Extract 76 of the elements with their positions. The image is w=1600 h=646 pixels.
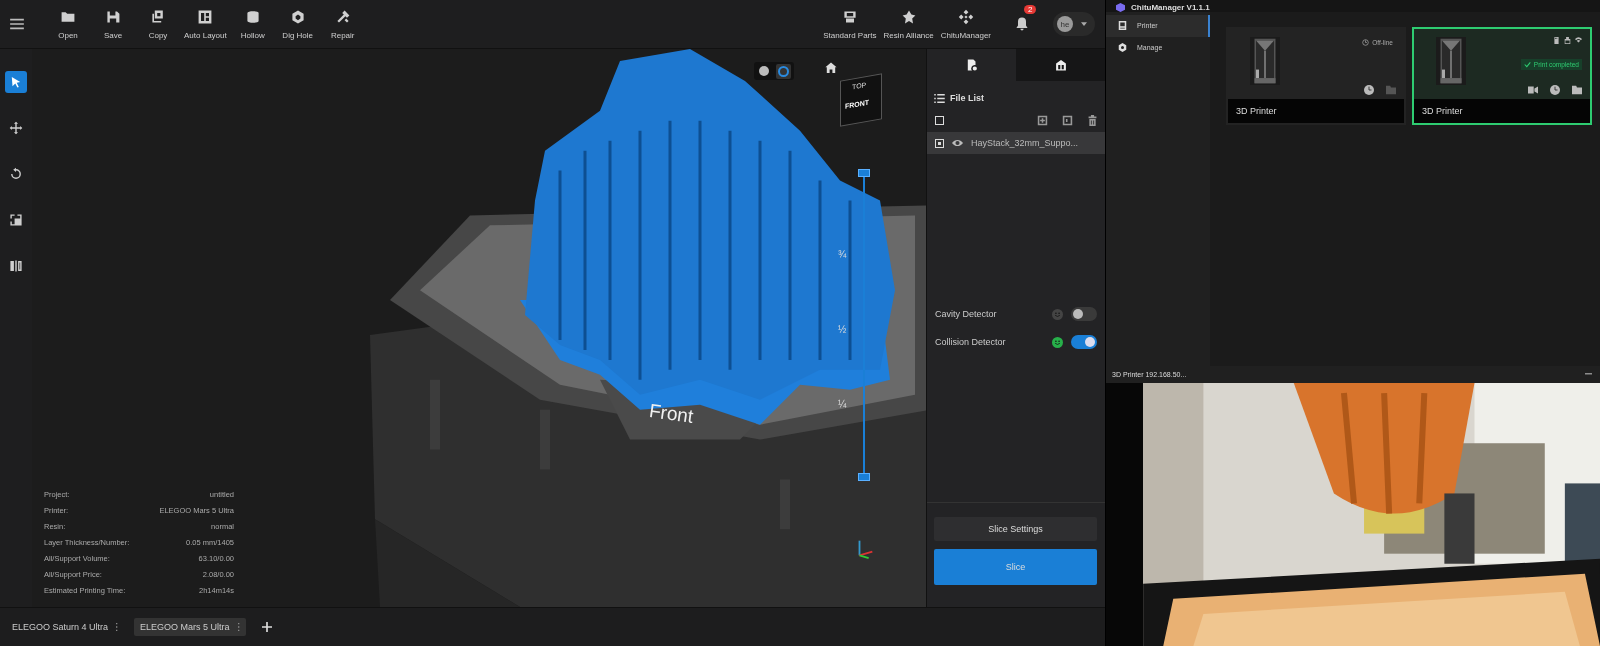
caret-icon [1081,22,1087,26]
app-title: ChituManager V1.1.1 [1131,2,1210,12]
plate-label: Front [647,400,695,428]
toolbar-button[interactable]: Resin Alliance [881,8,936,40]
import-icon[interactable] [1037,115,1048,126]
toggle-switch[interactable] [1071,335,1097,349]
usb-icon [1564,36,1571,44]
printer-icon [1118,21,1127,31]
account-button[interactable]: he [1053,12,1095,36]
file-row[interactable]: HayStack_32mm_Suppo... [927,132,1105,154]
list-icon [934,93,945,103]
detector-label: Collision Detector [935,337,1006,347]
house-icon [1053,58,1068,72]
move-icon [9,121,23,135]
toolbar-button[interactable]: ChituManager [938,8,993,40]
toolbar-button[interactable]: Repair [321,8,364,40]
slider-mark: ¼ [838,399,847,410]
avatar: he [1057,16,1073,32]
more-icon [237,622,240,632]
add-icon[interactable] [261,622,272,632]
printer-tab[interactable]: ELEGOO Saturn 4 Ultra [6,618,125,636]
copy-icon [150,8,166,25]
clock-icon [1362,38,1370,46]
toolbar-button[interactable]: Open [47,8,89,40]
section-title: File List [950,93,984,103]
cylinder-icon [244,8,261,25]
menu-icon[interactable] [10,18,24,30]
clock-icon[interactable] [1550,84,1560,95]
mirror-icon [9,259,23,273]
smiley-icon [1052,308,1063,320]
hexagon-icon [1118,43,1127,53]
clock-icon[interactable] [1364,84,1374,95]
home-icon[interactable] [824,61,838,75]
select-all-checkbox[interactable] [935,116,944,125]
toggle-switch[interactable] [1071,307,1097,321]
detector-label: Cavity Detector [935,309,997,319]
file-name: HayStack_32mm_Suppo... [971,138,1079,148]
slider-handle[interactable] [858,169,870,177]
diamond-icon [957,8,974,25]
folder-icon[interactable] [1572,84,1582,95]
printer-name: 3D Printer [1414,98,1590,123]
toolbar-button[interactable]: Auto Layout [182,8,229,40]
panel-tab[interactable] [1016,49,1105,81]
slider-mark: ¾ [838,249,847,260]
layout-icon[interactable] [1062,115,1073,126]
app-logo-icon [1116,2,1125,12]
toolbar-button[interactable]: Dig Hole [276,8,319,40]
tool-button[interactable] [5,71,27,93]
layout-icon [197,8,214,25]
sd-card-icon [1553,36,1560,44]
parts-icon [841,8,858,25]
minimize-icon[interactable] [1585,373,1592,376]
toolbar-button[interactable]: Save [92,8,134,40]
slider-mark: ½ [838,324,847,335]
printer-tab[interactable]: ELEGOO Mars 5 Ultra [134,618,246,636]
eye-icon[interactable] [952,139,963,147]
bell-icon[interactable] [1014,16,1030,32]
video-icon[interactable] [1528,84,1538,95]
file-checkbox[interactable] [935,138,944,148]
toolbar-button[interactable]: Standard Parts [821,8,879,40]
toolbar-button[interactable]: Hollow [231,8,274,40]
printer-name: 3D Printer [1228,98,1404,123]
more-icon [116,622,119,632]
wifi-icon [1575,36,1582,44]
check-icon [1523,60,1531,68]
delete-icon[interactable] [1087,115,1098,126]
slider-handle[interactable] [858,473,870,481]
toolbar-button[interactable]: Copy [137,8,179,40]
scale-icon [9,213,23,227]
star-icon [900,8,917,25]
save-icon [105,8,121,25]
notification-badge: 2 [1024,5,1037,14]
slice-button[interactable]: Slice Settings [934,517,1097,541]
smiley-icon [1052,336,1063,348]
render-mode-button[interactable] [776,63,792,79]
rotate-icon [9,167,23,181]
